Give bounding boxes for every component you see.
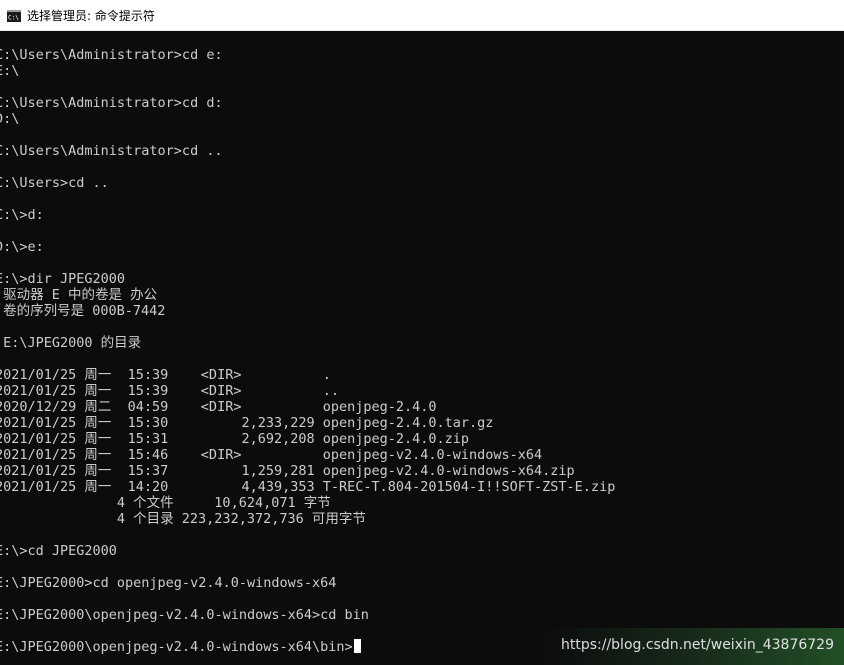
console-line: C:\>d: bbox=[0, 207, 44, 223]
console-line: 2021/01/25 周一 15:31 2,692,208 openjpeg-2… bbox=[0, 431, 470, 447]
console-output[interactable]: C:\Users\Administrator>cd e:E:\ C:\Users\… bbox=[0, 31, 844, 665]
console-line: D:\>e: bbox=[0, 239, 44, 255]
window-title: 选择管理员: 命令提示符 bbox=[27, 9, 155, 23]
console-line: 卷的序列号是 000B-7442 bbox=[0, 303, 166, 319]
svg-text:C:\: C:\ bbox=[8, 15, 19, 22]
console-line: E:\>dir JPEG2000 bbox=[0, 271, 126, 287]
console-line: 驱动器 E 中的卷是 办公 bbox=[0, 287, 158, 303]
console-line: E:\JPEG2000\openjpeg-v2.4.0-windows-x64>… bbox=[0, 607, 369, 623]
console-line: D:\ bbox=[0, 111, 20, 127]
console-line: 2021/01/25 周一 15:37 1,259,281 openjpeg-v… bbox=[0, 463, 575, 479]
console-line: E:\>cd JPEG2000 bbox=[0, 543, 117, 559]
console-line: 2021/01/25 周一 15:39 <DIR> . bbox=[0, 367, 331, 383]
console-line: C:\Users\Administrator>cd d: bbox=[0, 95, 223, 111]
command-prompt-window: C:\ 选择管理员: 命令提示符 C:\Users\Administrator>… bbox=[0, 0, 844, 665]
console-line: C:\Users\Administrator>cd .. bbox=[0, 143, 223, 159]
watermark-text: https://blog.csdn.net/weixin_43876729 bbox=[560, 637, 834, 653]
console-line: 2021/01/25 周一 15:30 2,233,229 openjpeg-2… bbox=[0, 415, 494, 431]
console-line: E:\ bbox=[0, 63, 20, 79]
console-line: E:\JPEG2000>cd openjpeg-v2.4.0-windows-x… bbox=[0, 575, 337, 591]
title-bar[interactable]: C:\ 选择管理员: 命令提示符 bbox=[0, 0, 844, 31]
console-line: 2021/01/25 周一 14:20 4,439,353 T-REC-T.80… bbox=[0, 479, 616, 495]
console-line: 4 个目录 223,232,372,736 可用字节 bbox=[0, 511, 366, 527]
text-cursor bbox=[353, 639, 361, 653]
console-line: C:\Users>cd .. bbox=[0, 175, 109, 191]
console-line: 2021/01/25 周一 15:39 <DIR> .. bbox=[0, 383, 339, 399]
console-line: E:\JPEG2000 的目录 bbox=[0, 335, 142, 351]
console-line: 4 个文件 10,624,071 字节 bbox=[0, 495, 331, 511]
console-line: E:\JPEG2000\openjpeg-v2.4.0-windows-x64\… bbox=[0, 639, 361, 655]
cmd-icon: C:\ bbox=[7, 9, 21, 22]
console-line: C:\Users\Administrator>cd e: bbox=[0, 47, 223, 63]
console-line: 2020/12/29 周二 04:59 <DIR> openjpeg-2.4.0 bbox=[0, 399, 437, 415]
console-line: 2021/01/25 周一 15:46 <DIR> openjpeg-v2.4.… bbox=[0, 447, 543, 463]
